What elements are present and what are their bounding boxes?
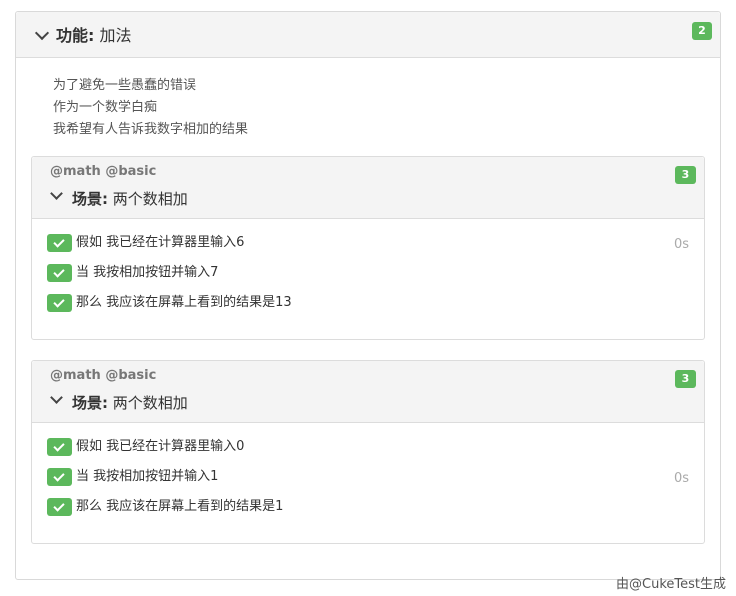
check-icon: [47, 498, 72, 516]
scenario-tags: @math @basic: [50, 164, 157, 179]
step-text: 假如 我已经在计算器里输入6: [76, 234, 244, 252]
chevron-down-icon[interactable]: [50, 391, 63, 404]
scenario-panel: @math @basic 场景: 两个数相加 3 假如 我已经在计算器里输入0 …: [31, 360, 705, 544]
check-icon: [47, 294, 72, 312]
scenario-name: 两个数相加: [112, 190, 188, 208]
scenario-keyword: 场景:: [72, 190, 108, 208]
scenario-header[interactable]: @math @basic 场景: 两个数相加 3: [32, 361, 704, 423]
scenario-duration: 0s: [673, 471, 689, 486]
step-body: 我已经在计算器里输入0: [106, 439, 245, 454]
feature-name: 加法: [99, 26, 132, 45]
step-text: 那么 我应该在屏幕上看到的结果是13: [76, 294, 292, 312]
scenario-duration: 0s: [673, 237, 689, 252]
scenario-panel: @math @basic 场景: 两个数相加 3 假如 我已经在计算器里输入6 …: [31, 156, 705, 340]
generated-by-footer: 由@CukeTest生成: [616, 577, 726, 592]
feature-keyword: 功能:: [56, 26, 95, 45]
feature-description: 为了避免一些愚蠢的错误 作为一个数学白痴 我希望有人告诉我数字相加的结果: [53, 75, 248, 141]
feature-title: 功能: 加法: [56, 26, 132, 46]
step-body: 我应该在屏幕上看到的结果是1: [106, 499, 284, 514]
step-body: 我应该在屏幕上看到的结果是13: [106, 295, 292, 310]
step-text: 当 我按相加按钮并输入1: [76, 468, 218, 486]
step-body: 我已经在计算器里输入6: [106, 235, 245, 250]
description-line: 我希望有人告诉我数字相加的结果: [53, 122, 249, 137]
step-keyword: 假如: [76, 235, 103, 250]
step-keyword: 那么: [76, 499, 103, 514]
scenario-step-count-badge: 3: [675, 370, 696, 388]
scenario-tags: @math @basic: [50, 368, 157, 383]
step-keyword: 当: [76, 469, 90, 484]
step-keyword: 那么: [76, 295, 103, 310]
scenario-title: 场景: 两个数相加: [72, 189, 188, 209]
scenario-step-count-badge: 3: [675, 166, 696, 184]
scenario-header[interactable]: @math @basic 场景: 两个数相加 3: [32, 157, 704, 219]
description-line: 为了避免一些愚蠢的错误: [53, 78, 197, 93]
chevron-down-icon[interactable]: [50, 187, 63, 200]
check-icon: [47, 438, 72, 456]
step-body: 我按相加按钮并输入1: [93, 469, 219, 484]
check-icon: [47, 264, 72, 282]
step-text: 那么 我应该在屏幕上看到的结果是1: [76, 498, 283, 516]
scenario-name: 两个数相加: [112, 394, 188, 412]
description-line: 作为一个数学白痴: [53, 100, 158, 115]
feature-panel: 功能: 加法 2 为了避免一些愚蠢的错误 作为一个数学白痴 我希望有人告诉我数字…: [15, 11, 721, 580]
step-text: 当 我按相加按钮并输入7: [76, 264, 218, 282]
step-body: 我按相加按钮并输入7: [93, 265, 219, 280]
chevron-down-icon[interactable]: [34, 25, 50, 41]
check-icon: [47, 234, 72, 252]
step-text: 假如 我已经在计算器里输入0: [76, 438, 244, 456]
feature-header[interactable]: 功能: 加法 2: [16, 12, 720, 58]
scenario-keyword: 场景:: [72, 394, 108, 412]
step-keyword: 当: [76, 265, 90, 280]
scenario-title: 场景: 两个数相加: [72, 393, 188, 413]
feature-scenario-count-badge: 2: [692, 22, 712, 40]
check-icon: [47, 468, 72, 486]
step-keyword: 假如: [76, 439, 103, 454]
